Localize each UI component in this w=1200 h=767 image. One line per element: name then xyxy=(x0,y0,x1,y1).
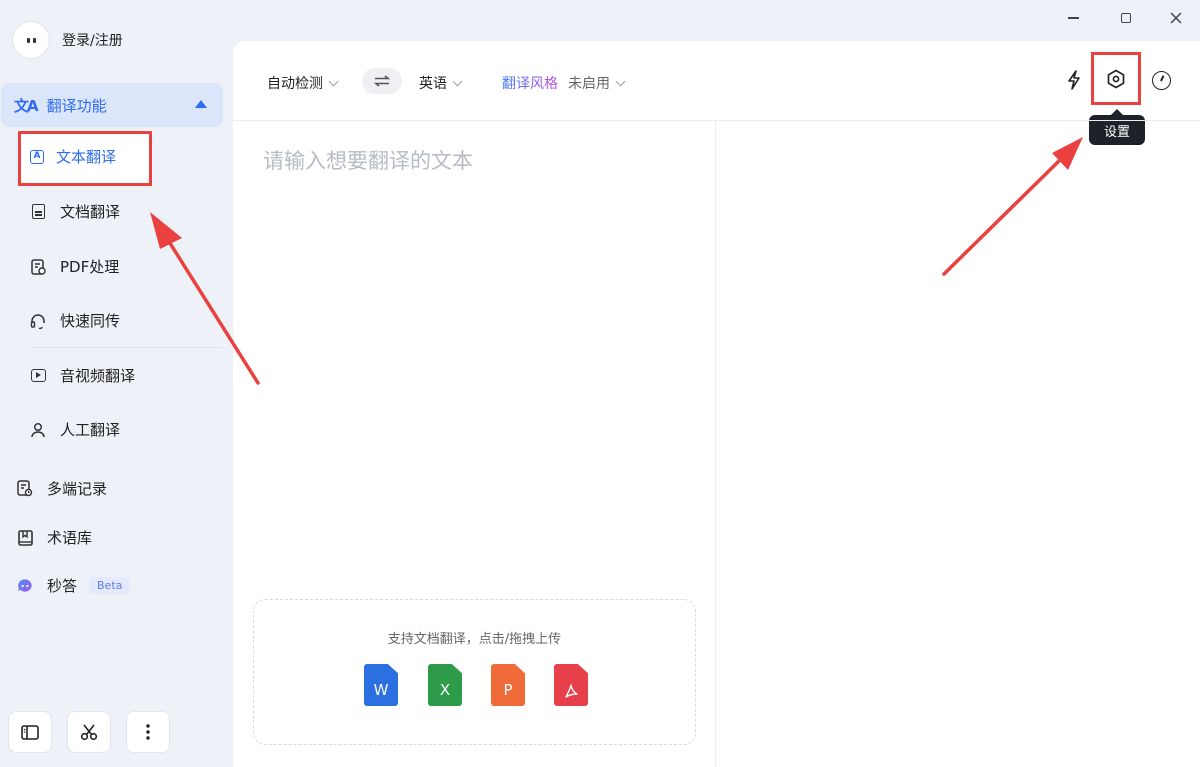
chevron-down-icon xyxy=(452,76,463,86)
ppt-file-icon: P xyxy=(491,664,525,706)
sidebar-item-label: 术语库 xyxy=(47,529,93,547)
settings-button[interactable] xyxy=(1091,52,1141,105)
upload-hint: 支持文档翻译，点击/拖拽上传 xyxy=(387,632,562,647)
toolbar-divider xyxy=(233,120,1200,121)
nav-group-label: 翻译功能 xyxy=(46,96,107,115)
chevron-down-icon xyxy=(328,76,339,86)
swap-arrows-icon xyxy=(373,75,391,87)
maximize-button[interactable] xyxy=(1116,8,1136,28)
more-button[interactable] xyxy=(126,711,170,753)
sidebar-item-records[interactable]: 多端记录 xyxy=(17,478,107,499)
person-icon xyxy=(30,422,46,438)
target-language-select[interactable]: 英语 xyxy=(419,73,463,93)
upload-dropzone[interactable]: 支持文档翻译，点击/拖拽上传 W X P xyxy=(253,599,696,745)
chat-bot-icon xyxy=(17,578,33,594)
maximize-icon xyxy=(1121,13,1131,23)
login-label: 登录/注册 xyxy=(62,33,123,49)
swap-languages-button[interactable] xyxy=(362,68,402,94)
more-vertical-icon xyxy=(146,724,150,740)
sidebar-item-doc-translate[interactable]: 文档翻译 xyxy=(30,201,120,222)
headset-icon xyxy=(30,313,46,329)
translation-style-select[interactable]: 翻译风格 未启用 xyxy=(502,73,626,93)
pane-divider xyxy=(715,121,716,767)
minimize-button[interactable] xyxy=(1063,8,1083,28)
sidebar-item-label: 文本翻译 xyxy=(56,148,117,166)
book-icon xyxy=(17,529,33,546)
translation-style-value: 未启用 xyxy=(568,76,610,92)
quick-translate-button[interactable] xyxy=(1060,66,1088,94)
sidebar-item-label: 人工翻译 xyxy=(60,421,121,439)
pdf-file-icon xyxy=(554,664,588,706)
sidebar-item-label: 多端记录 xyxy=(47,480,108,498)
word-file-icon: W xyxy=(364,664,398,706)
sidebar-item-human-translate[interactable]: 人工翻译 xyxy=(30,419,120,440)
toggle-sidebar-button[interactable] xyxy=(8,711,52,753)
screenshot-button[interactable] xyxy=(67,711,111,753)
sidebar-item-simultaneous[interactable]: 快速同传 xyxy=(30,310,120,331)
sidebar-item-av-translate[interactable]: 音视频翻译 xyxy=(30,365,135,386)
lightning-icon xyxy=(1068,70,1080,90)
sidebar-divider xyxy=(30,347,222,348)
nav-group-translate[interactable]: 文A 翻译功能 xyxy=(1,83,223,127)
user-login[interactable]: 登录/注册 xyxy=(12,21,123,59)
beta-badge: Beta xyxy=(89,577,131,594)
excel-file-icon: X xyxy=(428,664,462,706)
sidebar-panel-icon xyxy=(21,724,39,740)
sidebar-item-quick-answer[interactable]: 秒答 Beta xyxy=(17,575,131,596)
source-language-value: 自动检测 xyxy=(267,76,323,92)
sidebar-item-label: 文档翻译 xyxy=(60,203,121,221)
translate-icon: 文A xyxy=(14,96,39,115)
sidebar-item-label: 快速同传 xyxy=(60,312,121,330)
record-icon xyxy=(17,480,33,497)
sidebar-item-label: 秒答 xyxy=(47,577,78,595)
sidebar-item-label: PDF处理 xyxy=(60,258,120,276)
source-text-input[interactable]: 请输入想要翻译的文本 xyxy=(263,145,473,175)
sidebar-item-termbase[interactable]: 术语库 xyxy=(17,527,92,548)
minimize-icon xyxy=(1067,17,1079,19)
scissors-icon xyxy=(80,724,98,741)
target-language-value: 英语 xyxy=(419,76,447,92)
source-language-select[interactable]: 自动检测 xyxy=(267,73,339,93)
close-button[interactable] xyxy=(1166,8,1186,28)
settings-icon xyxy=(1106,69,1126,89)
chevron-down-icon xyxy=(615,76,626,86)
collapse-caret-icon xyxy=(195,100,207,108)
avatar xyxy=(12,21,50,59)
video-icon xyxy=(30,368,46,384)
pdf-icon xyxy=(30,258,46,275)
close-icon xyxy=(1170,12,1182,24)
text-translate-icon: A xyxy=(30,149,44,164)
sidebar-item-label: 音视频翻译 xyxy=(60,367,136,385)
translation-style-label: 翻译风格 xyxy=(502,73,558,93)
sidebar-item-text-translate[interactable]: A 文本翻译 xyxy=(18,131,152,186)
history-clock-icon xyxy=(1151,70,1171,90)
document-icon xyxy=(30,204,46,220)
sidebar-item-pdf[interactable]: PDF处理 xyxy=(30,256,119,277)
history-button[interactable] xyxy=(1147,66,1175,94)
